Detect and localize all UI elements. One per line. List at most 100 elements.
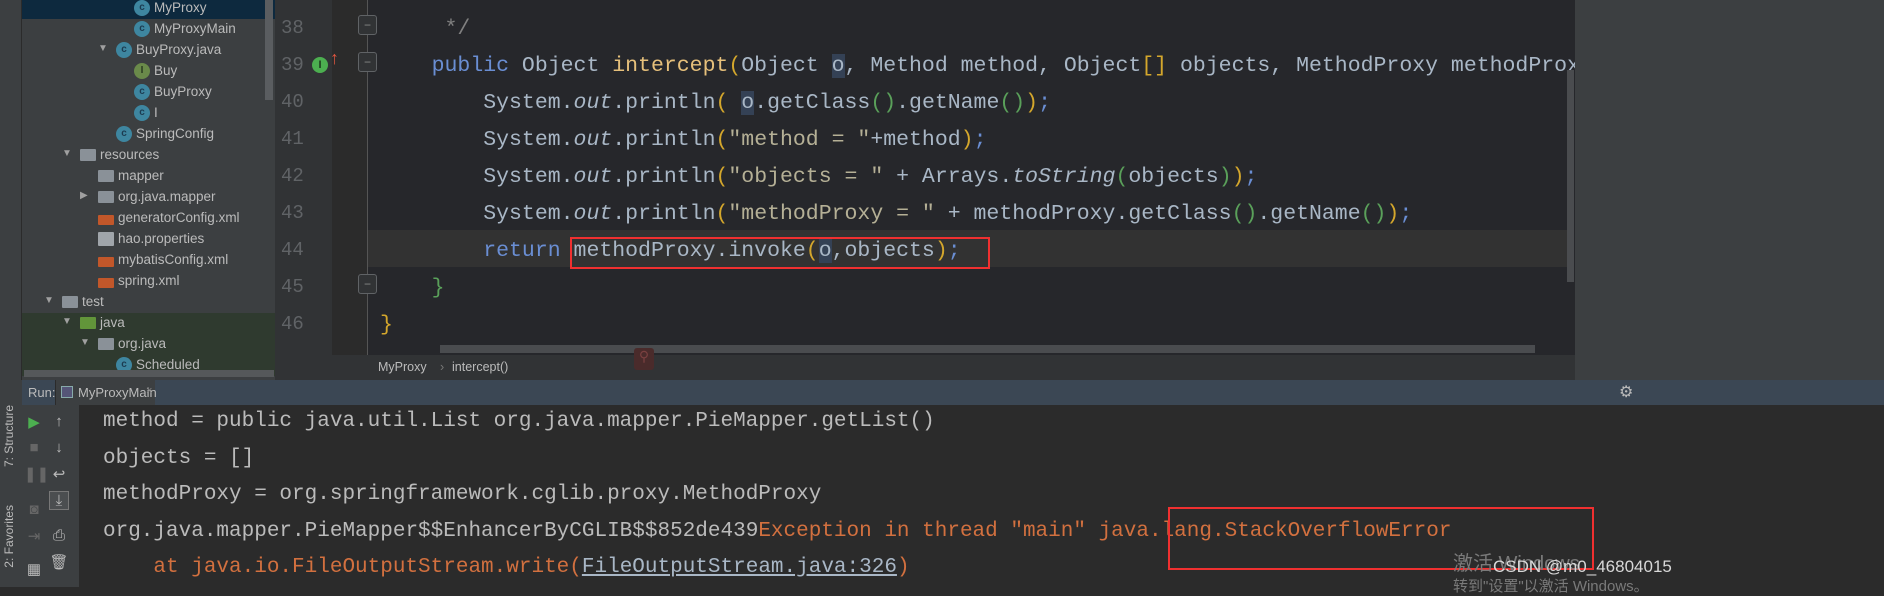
code-token: objects, MethodProxy methodProxy: [1167, 54, 1593, 78]
code-token: ;: [973, 128, 987, 152]
tree-item[interactable]: c SpringConfig: [22, 124, 275, 145]
close-icon[interactable]: ×: [146, 385, 152, 397]
test-source-folder-icon: [80, 317, 96, 329]
code-token: public: [431, 54, 510, 78]
tree-item[interactable]: spring.xml: [22, 271, 275, 292]
breadcrumb-method[interactable]: intercept(): [452, 360, 508, 374]
tree-item[interactable]: ▼ test: [22, 292, 275, 313]
rerun-icon[interactable]: ▶: [24, 413, 44, 431]
breadcrumb-class[interactable]: MyProxy: [378, 360, 427, 374]
code-token: (: [715, 165, 729, 189]
implements-method-icon[interactable]: I: [312, 57, 328, 73]
tree-item[interactable]: I Buy: [22, 61, 275, 82]
tree-item[interactable]: mybatisConfig.xml: [22, 250, 275, 271]
highlight-box-invoke: [570, 237, 990, 269]
tree-item[interactable]: c BuyProxy: [22, 82, 275, 103]
line-number: 38: [281, 17, 304, 39]
class-icon: c: [134, 105, 150, 121]
chevron-down-icon[interactable]: ▼: [80, 337, 90, 348]
chevron-down-icon[interactable]: ▼: [62, 316, 72, 327]
chevron-down-icon[interactable]: ▼: [98, 43, 108, 54]
up-arrow-icon[interactable]: ↑: [49, 413, 69, 430]
code-token: objects = []: [103, 446, 255, 470]
override-arrow-icon[interactable]: ↑: [330, 48, 339, 69]
gear-icon[interactable]: ⚙: [1619, 382, 1633, 402]
tab-structure[interactable]: 7: Structure: [2, 405, 16, 467]
code-token: Object: [509, 54, 613, 78]
console-line: methodProxy = org.springframework.cglib.…: [103, 483, 821, 506]
tree-item[interactable]: mapper: [22, 166, 275, 187]
soft-wrap-icon[interactable]: ↩: [49, 465, 69, 483]
scroll-to-end-icon[interactable]: ⤓: [49, 491, 69, 510]
pause-icon[interactable]: ❚❚: [24, 465, 49, 483]
code-line: }: [380, 270, 445, 307]
tree-horizontal-scrollbar[interactable]: [24, 370, 274, 377]
down-arrow-icon[interactable]: ↓: [49, 439, 69, 456]
editor-horizontal-scrollbar[interactable]: [440, 345, 1535, 353]
csdn-watermark: CSDN @m0_46804015: [1493, 557, 1672, 576]
tree-item[interactable]: cI: [22, 103, 275, 124]
code-token: ): [1025, 91, 1039, 115]
tree-item-label: BuyProxy: [154, 84, 212, 99]
fold-marker-icon[interactable]: −: [358, 52, 377, 72]
code-token: System.: [380, 165, 574, 189]
xml-file-icon: [98, 215, 114, 225]
stop-icon[interactable]: ■: [24, 439, 44, 456]
tree-item[interactable]: generatorConfig.xml: [22, 208, 275, 229]
chevron-down-icon[interactable]: ▼: [44, 295, 54, 306]
code-token: intercept: [612, 54, 729, 78]
editor-vertical-scrollbar[interactable]: [1567, 70, 1574, 282]
tree-item[interactable]: hao.properties: [22, 229, 275, 250]
code-token: out: [573, 165, 613, 189]
code-line: System.out.println( o.getClass().getName…: [380, 85, 1051, 122]
exit-icon[interactable]: ⇥: [24, 527, 44, 545]
tree-vertical-scrollbar[interactable]: [265, 0, 273, 100]
code-token: +method: [870, 128, 961, 152]
tree-item[interactable]: ▶ org.java.mapper: [22, 187, 275, 208]
code-token: FileOutputStream.java:326: [581, 556, 897, 579]
layout-icon[interactable]: ▦: [24, 560, 44, 578]
tree-item[interactable]: ▼ org.java: [22, 334, 275, 355]
tree-item-label: BuyProxy.java: [136, 42, 222, 57]
breadcrumb: MyProxy › intercept(): [275, 355, 1575, 380]
code-token: ): [1231, 165, 1245, 189]
interface-icon: I: [134, 63, 150, 79]
search-icon[interactable]: ⚲: [634, 348, 654, 370]
code-token: (): [1231, 202, 1258, 226]
tab-favorites[interactable]: 2: Favorites: [2, 505, 16, 568]
class-icon: c: [116, 126, 132, 142]
tree-item-label: java: [100, 315, 125, 330]
tree-item-label: MyProxyMain: [154, 21, 236, 36]
code-line: System.out.println("method = "+method);: [380, 122, 986, 159]
code-token: o: [741, 91, 755, 115]
tab-myproxymain[interactable]: MyProxyMain ×: [55, 380, 157, 405]
tree-item-label: test: [82, 294, 104, 309]
tree-item-label: org.java.mapper: [118, 189, 216, 204]
print-icon[interactable]: ⎙: [49, 527, 69, 544]
tree-item[interactable]: c MyProxyMain: [22, 19, 275, 40]
trash-icon[interactable]: 🗑: [49, 553, 69, 571]
tree-item[interactable]: ▼ resources: [22, 145, 275, 166]
tree-item[interactable]: ▼ java: [22, 313, 275, 334]
class-icon: c: [134, 84, 150, 100]
code-line: System.out.println("methodProxy = " + me…: [380, 196, 1412, 233]
tree-item[interactable]: ▼ c BuyProxy.java: [22, 40, 275, 61]
fold-marker-icon[interactable]: −: [358, 15, 377, 35]
fold-marker-icon[interactable]: −: [358, 274, 377, 294]
chevron-down-icon[interactable]: ▼: [62, 148, 72, 159]
code-token: org.java.mapper.PieMapper$$EnhancerByCGL…: [103, 519, 759, 543]
left-tool-strip: [0, 0, 22, 380]
tree-item-label: spring.xml: [118, 273, 180, 288]
tree-item-label: Buy: [154, 63, 178, 78]
console-line: objects = []: [103, 447, 254, 470]
camera-icon[interactable]: ◙: [24, 501, 44, 518]
code-token: System.: [380, 91, 574, 115]
code-token: + Arrays.: [883, 165, 1013, 189]
chevron-right-icon[interactable]: ▶: [80, 190, 88, 201]
tree-item[interactable]: c MyProxy: [22, 0, 275, 19]
